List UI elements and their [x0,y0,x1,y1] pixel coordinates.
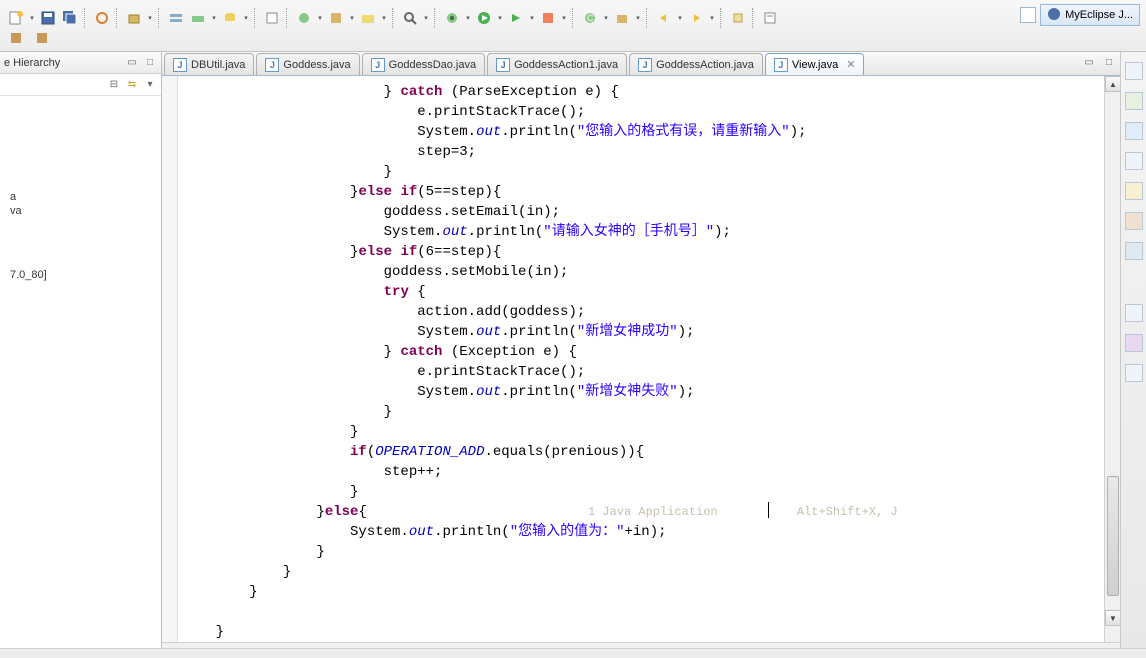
wizard-icon[interactable] [262,8,282,28]
editor-tabs: JDBUtil.java JGoddess.java JGoddessDao.j… [162,52,1120,76]
save-all-icon[interactable] [60,8,80,28]
view-toolbar: ⊟ ⇆ ▾ [0,74,161,96]
vertical-scrollbar[interactable]: ▲ ▼ [1104,76,1120,642]
deploy-icon[interactable] [188,8,208,28]
open-perspective-icon[interactable] [1020,7,1036,23]
tree-item[interactable]: 7.0_80] [2,268,159,282]
status-bar [0,648,1146,658]
link-icon[interactable]: ⇆ [125,78,139,92]
view-title-label: e Hierarchy [4,57,60,69]
coverage-icon[interactable] [538,8,558,28]
workbench: e Hierarchy ▭ □ ⊟ ⇆ ▾ a va 7.0_80] JDBUt… [0,52,1146,658]
close-icon[interactable]: ✕ [846,58,855,71]
menu-icon[interactable]: ▾ [143,78,157,92]
markers-icon[interactable] [1125,182,1143,200]
console-icon[interactable] [1125,304,1143,322]
trim-icon-7[interactable] [1125,242,1143,260]
tree[interactable]: a va 7.0_80] [0,96,161,658]
tool-icon[interactable] [92,8,112,28]
perspective-button[interactable]: MyEclipse J... [1040,4,1140,26]
cube2-icon[interactable] [32,28,52,48]
save-icon[interactable] [38,8,58,28]
jar-icon[interactable] [326,8,346,28]
bookmarks-icon[interactable] [1125,152,1143,170]
text-cursor [768,502,769,518]
tab-goddessdao[interactable]: JGoddessDao.java [362,53,485,75]
pin-icon[interactable] [728,8,748,28]
tab-goddessaction1[interactable]: JGoddessAction1.java [487,53,627,75]
perspective-label: MyEclipse J... [1065,9,1133,21]
sidebar-view: e Hierarchy ▭ □ ⊟ ⇆ ▾ a va 7.0_80] [0,52,162,658]
new-icon[interactable] [6,8,26,28]
gutter[interactable] [162,76,178,642]
tree-item[interactable]: va [2,204,159,218]
collapse-icon[interactable]: ⊟ [107,78,121,92]
right-trim [1120,52,1146,658]
run-hint-ghost: 1 Java Application Alt+Shift+X, J [588,502,898,522]
task-icon[interactable] [760,8,780,28]
search-icon[interactable] [400,8,420,28]
code-area[interactable]: } catch (ParseException e) { e.printStac… [178,76,1104,642]
tree-item[interactable]: a [2,190,159,204]
db-icon[interactable] [220,8,240,28]
tab-view[interactable]: JView.java✕ [765,53,865,75]
tab-goddessaction[interactable]: JGoddessAction.java [629,53,763,75]
servers-icon[interactable] [1125,334,1143,352]
cube1-icon[interactable] [6,28,26,48]
tab-goddess[interactable]: JGoddess.java [256,53,359,75]
editor-area: JDBUtil.java JGoddess.java JGoddessDao.j… [162,52,1120,658]
dropdown-icon[interactable]: ▾ [28,8,36,28]
editor-body: } catch (ParseException e) { e.printStac… [162,76,1120,642]
outline-icon[interactable] [1125,62,1143,80]
new-package-icon[interactable] [612,8,632,28]
minimize-icon[interactable]: ▭ [125,56,139,70]
server-icon[interactable] [166,8,186,28]
forward-icon[interactable] [686,8,706,28]
svg-text:C: C [587,13,594,23]
tab-dbutil[interactable]: JDBUtil.java [164,53,254,75]
editor-minimize-icon[interactable]: ▭ [1082,55,1096,69]
run-icon[interactable] [474,8,494,28]
scroll-up-icon[interactable]: ▲ [1105,76,1120,92]
back-icon[interactable] [654,8,674,28]
maximize-icon[interactable]: □ [143,56,157,70]
run-last-icon[interactable] [506,8,526,28]
minimap-icon[interactable] [1125,122,1143,140]
scroll-thumb[interactable] [1107,476,1119,596]
editor-maximize-icon[interactable]: □ [1102,55,1116,69]
view-title-bar: e Hierarchy ▭ □ [0,52,161,74]
folder-icon[interactable] [358,8,378,28]
main-toolbar: ▾ ▾ ▾ ▾ ▾ ▾ ▾ ▾ ▾ ▾ ▾ ▾ C ▾ [0,0,1146,52]
debug-icon[interactable] [442,8,462,28]
open-type-icon[interactable] [294,8,314,28]
scroll-down-icon[interactable]: ▼ [1105,610,1120,626]
task-list-icon[interactable] [1125,92,1143,110]
myeclipse-icon [1047,7,1061,24]
package-icon[interactable] [124,8,144,28]
problems-icon[interactable] [1125,364,1143,382]
new-class-icon[interactable]: C [580,8,600,28]
progress-icon[interactable] [1125,212,1143,230]
